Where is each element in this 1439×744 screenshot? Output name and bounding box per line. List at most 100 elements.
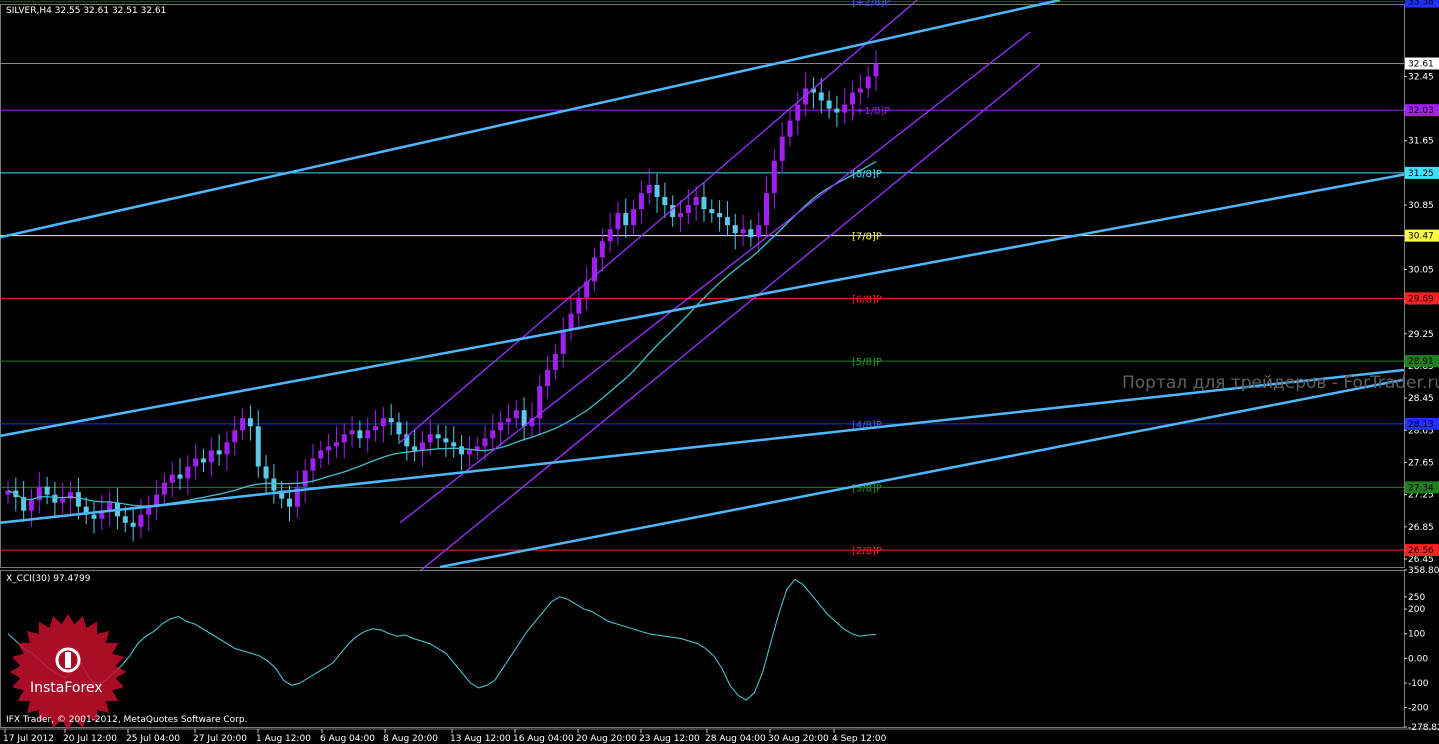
y-tick-label: 26.85	[1408, 523, 1434, 533]
price-box-label: 28.91	[1408, 357, 1434, 367]
candle-body	[373, 426, 379, 431]
candle	[333, 426, 339, 458]
candle-body	[756, 225, 762, 238]
candle	[654, 173, 660, 214]
candle-body	[451, 442, 457, 447]
candle	[232, 415, 238, 456]
candle	[255, 410, 261, 478]
candle	[443, 425, 449, 457]
candle	[498, 410, 504, 447]
murrey-level-label: [+2/8]P	[852, 0, 890, 9]
candle	[545, 355, 551, 399]
x-tick-label: 6 Aug 04:00	[320, 734, 375, 744]
candle-body	[576, 297, 582, 314]
candle-body	[193, 458, 199, 467]
candle-body	[216, 450, 222, 455]
candle	[185, 455, 191, 495]
last-price-label: 32.61	[1408, 60, 1434, 70]
candle-body	[638, 193, 644, 210]
candle	[732, 213, 738, 250]
candle	[631, 199, 637, 235]
candle	[709, 199, 715, 223]
candle	[310, 443, 316, 484]
candle-body	[709, 209, 715, 214]
candle	[380, 406, 386, 443]
candle-body	[505, 418, 511, 423]
x-tick-label: 16 Aug 04:00	[513, 734, 574, 744]
murrey-level-label: [6/8]P	[852, 294, 882, 305]
candle	[568, 297, 574, 341]
candle	[294, 470, 300, 518]
instaforex-logo-icon	[10, 614, 126, 730]
candle	[474, 436, 480, 461]
candle-body	[873, 63, 879, 77]
candle	[771, 149, 777, 210]
candle-body	[678, 213, 684, 218]
cci-y-tick-label: -100	[1408, 679, 1429, 689]
trendline	[0, 173, 1405, 438]
cci-line	[7, 578, 877, 701]
candle	[224, 431, 230, 471]
candle	[662, 182, 668, 218]
candle-body	[701, 197, 707, 210]
candle	[591, 247, 597, 292]
y-tick-label: 29.25	[1408, 330, 1434, 340]
candle-body	[44, 486, 50, 495]
candle	[357, 420, 363, 448]
candle	[834, 95, 840, 128]
y-tick-label: 31.65	[1408, 137, 1434, 147]
candle-body	[732, 225, 738, 234]
price-box-label: 33.38	[1408, 0, 1434, 8]
candle	[419, 431, 425, 467]
x-tick-label: 27 Jul 20:00	[193, 734, 247, 744]
candle-body	[380, 418, 386, 427]
candle	[91, 501, 97, 534]
candle	[466, 435, 472, 468]
candle-body	[52, 494, 58, 503]
candle-body	[459, 446, 465, 455]
candle-body	[177, 474, 183, 479]
candle	[208, 437, 214, 477]
candle-body	[224, 442, 230, 455]
candle	[341, 423, 347, 459]
price-box-label: 32.03	[1408, 106, 1434, 116]
candle	[623, 198, 629, 239]
candle-body	[200, 458, 206, 463]
copyright: IFX Trader, © 2001-2012, MetaQuotes Soft…	[6, 715, 247, 725]
candle	[459, 435, 465, 471]
cci-y-tick-label: 200	[1408, 605, 1425, 615]
candle-body	[91, 514, 97, 519]
candle-body	[513, 410, 519, 419]
candle	[724, 201, 730, 237]
candle-body	[623, 213, 629, 226]
candle	[5, 480, 11, 505]
candle-body	[740, 229, 746, 234]
candle-body	[826, 100, 832, 109]
candle	[169, 461, 175, 498]
candle	[193, 443, 199, 480]
trading-chart[interactable]: 32.4532.0531.6531.2530.8530.4730.0529.65…	[0, 0, 1439, 744]
murrey-level-label: [8/8]P	[852, 169, 882, 180]
candle-body	[349, 430, 355, 435]
candle-body	[490, 430, 496, 439]
candle-body	[795, 104, 801, 121]
candle-body	[560, 329, 566, 354]
candle-body	[161, 482, 167, 495]
x-tick-label: 20 Aug 20:00	[576, 734, 637, 744]
candle-body	[341, 434, 347, 443]
candle-body	[247, 418, 253, 427]
candle	[435, 424, 441, 448]
candle	[779, 122, 785, 174]
candle	[505, 403, 511, 436]
candle	[279, 480, 285, 509]
price-box-label: 31.25	[1408, 169, 1434, 179]
symbol-info: SILVER,H4 32.55 32.61 32.51 32.61	[6, 6, 166, 16]
candle	[240, 408, 246, 440]
x-tick-label: 8 Aug 20:00	[383, 734, 438, 744]
trendline	[0, 0, 1061, 239]
price-box-label: 30.47	[1408, 232, 1434, 242]
candle-body	[631, 209, 637, 226]
candle	[404, 421, 410, 461]
candle-body	[240, 418, 246, 431]
candle	[216, 434, 222, 466]
